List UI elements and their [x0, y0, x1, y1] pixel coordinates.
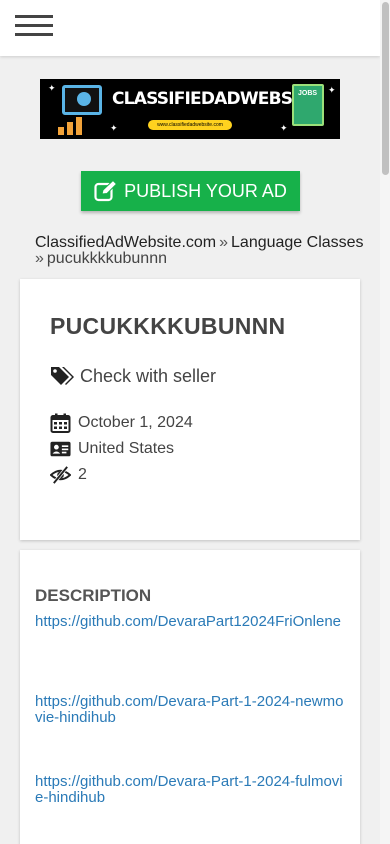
publish-ad-label: PUBLISH YOUR AD [124, 180, 287, 201]
sparkle-icon: ✦ [328, 85, 336, 95]
location-row: United States [50, 439, 174, 459]
logo-title: CLASSIFIEDADWEBSITE [112, 89, 320, 109]
ad-location: United States [78, 440, 175, 457]
breadcrumb-separator: » [35, 250, 44, 267]
sparkle-icon: ✦ [110, 123, 118, 133]
jobs-document-icon [292, 84, 324, 126]
price-text: Check with seller [80, 365, 217, 386]
logo-url: www.classifiedadwebsite.com [148, 120, 232, 130]
breadcrumb-category-link[interactable]: Language Classes [231, 234, 364, 251]
description-heading: DESCRIPTION [35, 586, 152, 605]
sparkle-icon: ✦ [48, 83, 56, 93]
views-row: 2 [50, 465, 87, 485]
breadcrumb-home-link[interactable]: ClassifiedAdWebsite.com [35, 234, 216, 251]
site-logo[interactable]: CLASSIFIEDADWEBSITE www.classifiedadwebs… [40, 79, 340, 139]
publish-ad-button[interactable]: PUBLISH YOUR AD [81, 171, 300, 211]
edit-icon [94, 180, 118, 202]
calendar-icon [50, 413, 71, 433]
description-link[interactable]: https://github.com/DevaraPart12024FriOnl… [35, 614, 345, 630]
description-card: DESCRIPTION https://github.com/DevaraPar… [20, 550, 360, 844]
address-card-icon [50, 441, 71, 457]
scrollbar[interactable] [380, 0, 390, 844]
top-bar [0, 0, 380, 56]
tags-icon [51, 367, 74, 385]
price-row: Check with seller [50, 365, 216, 387]
eye-slash-icon [50, 465, 71, 485]
description-link[interactable]: https://github.com/Devara-Part-1-2024-ne… [35, 694, 345, 726]
ad-title: PUCUKKKKUBUNNN [50, 313, 286, 339]
breadcrumb: ClassifiedAdWebsite.com» Language Classes… [35, 235, 375, 267]
ad-summary-card: PUCUKKKKUBUNNN Check with seller October… [20, 279, 360, 540]
ad-views: 2 [78, 466, 87, 483]
sparkle-icon: ✦ [280, 123, 288, 133]
breadcrumb-current: pucukkkkubunnn [46, 250, 167, 267]
breadcrumb-separator: » [219, 234, 229, 251]
hamburger-icon[interactable] [15, 15, 53, 39]
description-link[interactable]: https://github.com/Devara-Part-1-2024-fu… [35, 774, 345, 806]
date-row: October 1, 2024 [50, 413, 193, 433]
monitor-icon [62, 85, 102, 115]
bar-chart-icon [58, 117, 88, 135]
scrollbar-thumb[interactable] [382, 2, 389, 175]
ad-date: October 1, 2024 [78, 414, 193, 431]
